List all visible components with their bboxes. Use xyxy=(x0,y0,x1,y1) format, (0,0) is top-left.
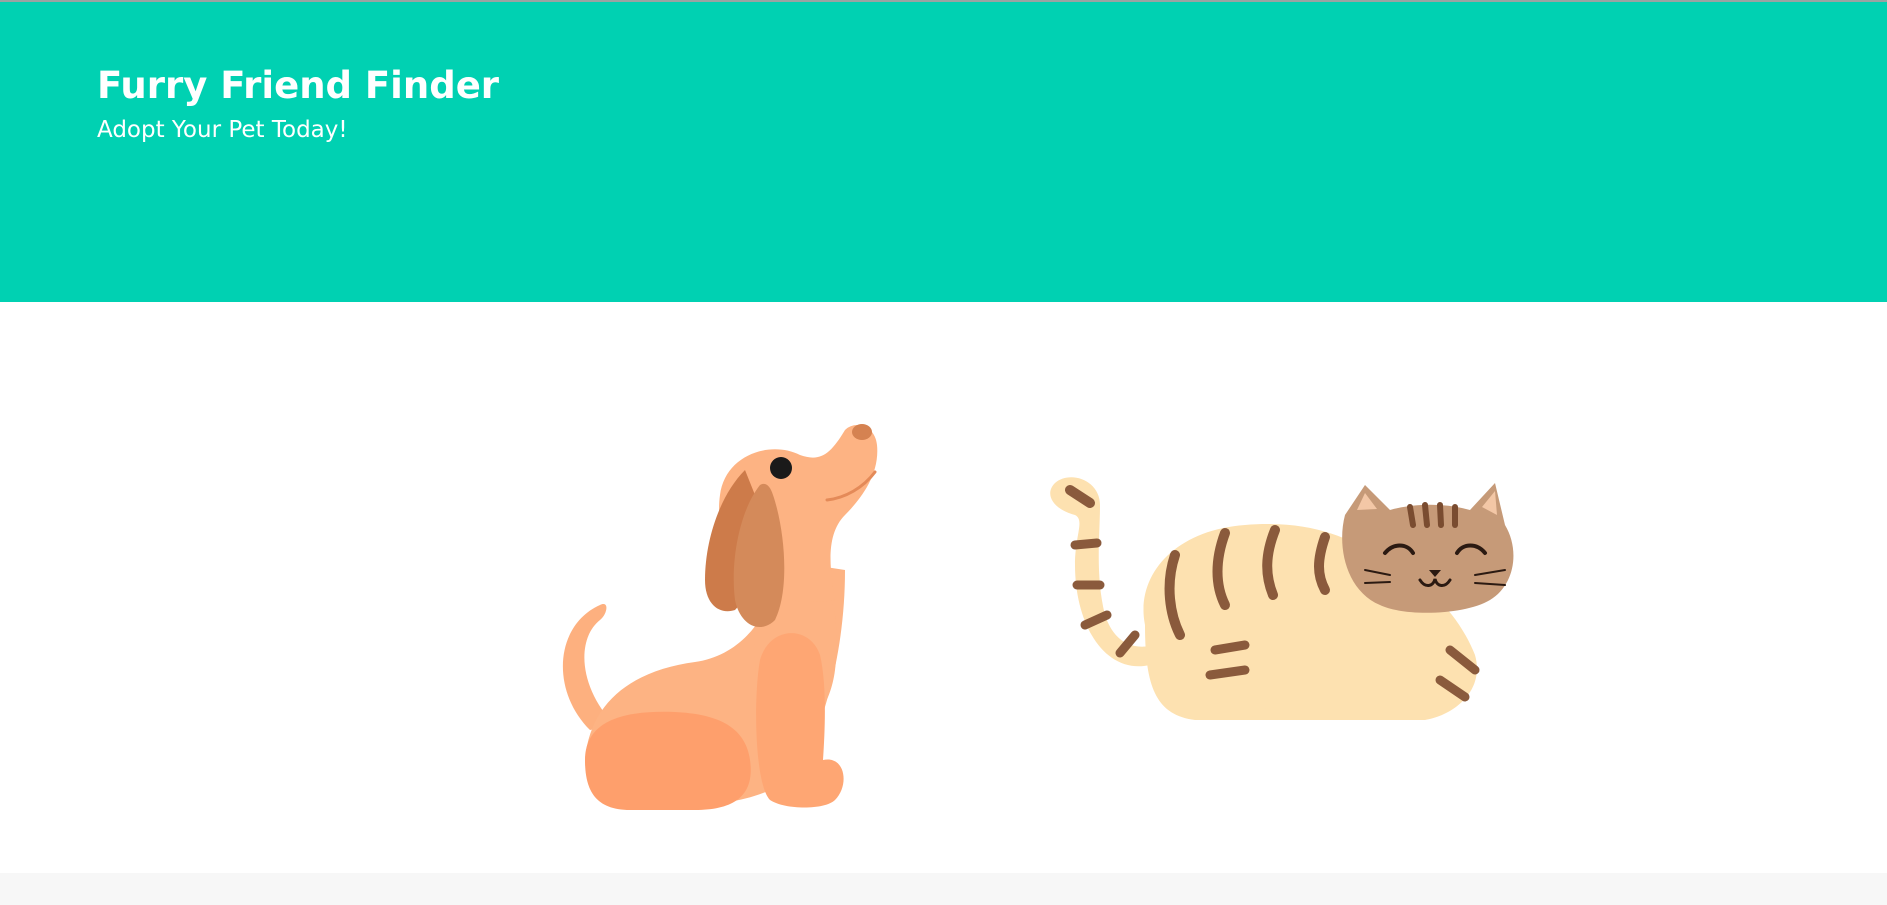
cat-tail xyxy=(1050,477,1155,667)
footer xyxy=(0,873,1887,905)
dog-hind-leg xyxy=(585,711,751,810)
cat-illustration xyxy=(1050,477,1514,720)
site-subtitle: Adopt Your Pet Today! xyxy=(97,117,348,143)
hero-banner: Furry Friend Finder Adopt Your Pet Today… xyxy=(0,2,1887,302)
site-title: Furry Friend Finder xyxy=(97,64,500,107)
dog-nose xyxy=(852,424,872,440)
dog-eye xyxy=(770,457,792,479)
dog-illustration xyxy=(562,424,878,810)
main-content xyxy=(0,302,1887,873)
